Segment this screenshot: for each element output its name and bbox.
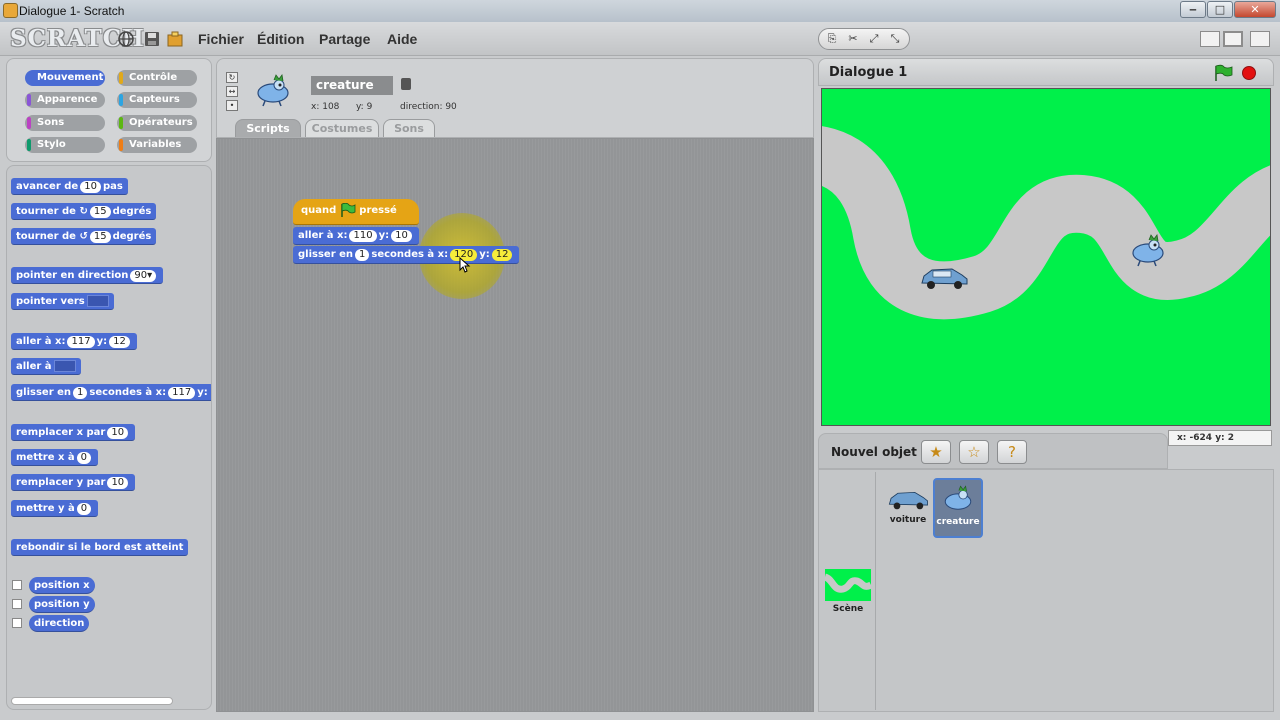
scratch-app-icon xyxy=(3,3,18,18)
reporter-position-y[interactable]: position y xyxy=(29,596,95,613)
random-sprite-icon[interactable]: ? xyxy=(997,440,1027,464)
window-titlebar: Dialogue 1- Scratch ‒ □ ✕ xyxy=(0,0,1280,22)
category-stylo[interactable]: Stylo xyxy=(25,137,105,153)
block-remplacer-y[interactable]: remplacer y par 10 xyxy=(11,474,136,491)
choose-sprite-file-icon[interactable]: ☆ xyxy=(959,440,989,464)
block-pointer-direction[interactable]: pointer en direction 90▾ xyxy=(11,267,164,284)
sprite-label-voiture: voiture xyxy=(889,515,927,525)
block-tourner-gauche[interactable]: tourner de ↺ 15 degrés xyxy=(11,228,157,245)
window-title: Dialogue 1- Scratch xyxy=(19,4,125,18)
block-tourner-droite[interactable]: tourner de ↻ 15 degrés xyxy=(11,203,157,220)
project-title: Dialogue 1 xyxy=(829,65,908,80)
sprite-thumb-creature[interactable]: creature xyxy=(933,478,983,538)
goto-dropdown[interactable] xyxy=(53,360,76,372)
mouse-coordinates: x: -624 y: 2 xyxy=(1168,430,1272,446)
share-icon[interactable] xyxy=(166,30,184,48)
grow-icon[interactable]: ⤢ xyxy=(865,31,883,47)
sprite-info-panel: ↻ ↔ • creature x: 108 y: 9 direction: 90… xyxy=(216,58,814,138)
tab-sons[interactable]: Sons xyxy=(383,119,435,137)
language-globe-icon[interactable] xyxy=(117,30,135,48)
presentation-mode-icon[interactable] xyxy=(1250,31,1270,47)
sprite-thumbnail-creature xyxy=(253,73,293,110)
script-block-aller[interactable]: aller à x: 110 y: 10 xyxy=(293,227,419,245)
sprite-direction-readout: direction: 90 xyxy=(400,102,457,112)
rotation-none-icon[interactable]: • xyxy=(226,100,238,111)
category-sons[interactable]: Sons xyxy=(25,115,105,131)
block-remplacer-x[interactable]: remplacer x par 10 xyxy=(11,424,136,441)
stage-canvas[interactable] xyxy=(821,88,1271,426)
delete-scissors-icon[interactable]: ✂ xyxy=(844,31,862,47)
sprite-thumb-voiture[interactable]: voiture xyxy=(883,488,933,525)
sprite-y-readout: y: 9 xyxy=(356,102,373,112)
lock-icon[interactable] xyxy=(401,78,411,90)
green-flag-icon[interactable] xyxy=(1213,64,1233,85)
menu-partage[interactable]: Partage xyxy=(319,31,370,47)
green-flag-icon xyxy=(340,202,356,217)
block-rebondir[interactable]: rebondir si le bord est atteint xyxy=(11,539,189,556)
block-mettre-x[interactable]: mettre x à0 xyxy=(11,449,99,466)
stop-icon[interactable] xyxy=(1242,66,1256,80)
small-stage-view-icon[interactable] xyxy=(1200,31,1220,47)
category-controle[interactable]: Contrôle xyxy=(117,70,197,86)
car-icon xyxy=(888,491,928,510)
new-sprite-label: Nouvel objet xyxy=(831,445,917,459)
menu-aide[interactable]: Aide xyxy=(387,31,417,47)
sprite-name-field[interactable]: creature xyxy=(311,76,393,95)
duplicate-stamp-icon[interactable]: ⎘ xyxy=(823,31,841,47)
minimize-button[interactable]: ‒ xyxy=(1180,1,1206,18)
category-operateurs[interactable]: Opérateurs xyxy=(117,115,197,131)
script-block-glisser[interactable]: glisser en 1 secondes à x: 120 y: 12 xyxy=(293,246,520,264)
creature-sprite[interactable] xyxy=(1128,233,1168,270)
stage-thumbnail-icon xyxy=(823,569,873,601)
block-avancer[interactable]: avancer de 10 pas xyxy=(11,178,128,195)
palette-scrollbar[interactable] xyxy=(11,697,173,705)
mouse-cursor-icon xyxy=(459,256,471,276)
tab-costumes[interactable]: Costumes xyxy=(305,119,379,137)
category-variables[interactable]: Variables xyxy=(117,137,197,153)
save-icon[interactable] xyxy=(143,30,161,48)
block-aller-a[interactable]: aller à xyxy=(11,358,81,375)
road-track xyxy=(822,126,1270,320)
stage-header: Dialogue 1 xyxy=(818,58,1274,86)
category-apparence[interactable]: Apparence xyxy=(25,92,105,108)
normal-stage-view-icon[interactable] xyxy=(1223,31,1243,47)
target-dropdown[interactable] xyxy=(86,295,109,307)
menu-edition[interactable]: Édition xyxy=(257,31,304,47)
rotation-full-icon[interactable]: ↻ xyxy=(226,72,238,83)
close-button[interactable]: ✕ xyxy=(1234,1,1276,18)
sprite-x-readout: x: 108 xyxy=(311,102,340,112)
checkbox-direction[interactable] xyxy=(12,618,22,628)
checkbox-position-y[interactable] xyxy=(12,599,22,609)
block-palette: avancer de 10 pas tourner de ↻ 15 degrés tou… xyxy=(6,165,212,710)
hat-block-green-flag[interactable]: quand pressé xyxy=(293,199,419,225)
maximize-button[interactable]: □ xyxy=(1207,1,1233,18)
sprite-tools: ⎘ ✂ ⤢ ⤡ xyxy=(818,28,910,50)
rotation-leftright-icon[interactable]: ↔ xyxy=(226,86,238,97)
block-mettre-y[interactable]: mettre y à0 xyxy=(11,500,99,517)
tab-scripts[interactable]: Scripts xyxy=(235,119,301,137)
new-sprite-bar: Nouvel objet ★ ☆ ? xyxy=(818,433,1168,469)
category-capteurs[interactable]: Capteurs xyxy=(117,92,197,108)
block-categories: Mouvement Contrôle Apparence Capteurs So… xyxy=(6,58,212,162)
menu-bar: SCRATCH Fichier Édition Partage Aide ⎘ ✂… xyxy=(0,22,1280,56)
shrink-icon[interactable]: ⤡ xyxy=(886,31,904,47)
block-pointer-vers[interactable]: pointer vers xyxy=(11,293,114,310)
block-glisser[interactable]: glisser en 1 secondes à x: 117 y: xyxy=(11,384,211,401)
stage-thumb[interactable]: Scène xyxy=(823,569,873,614)
block-aller-xy[interactable]: aller à x: 117 y: 12 xyxy=(11,333,137,350)
stage-label: Scène xyxy=(832,604,864,614)
paint-sprite-icon[interactable]: ★ xyxy=(921,440,951,464)
reporter-position-x[interactable]: position x xyxy=(29,577,95,594)
checkbox-position-x[interactable] xyxy=(12,580,22,590)
car-sprite[interactable] xyxy=(918,265,970,294)
script-area[interactable]: quand pressé aller à x: 110 y: 10 glisser e… xyxy=(216,138,814,712)
menu-fichier[interactable]: Fichier xyxy=(198,31,244,47)
reporter-direction[interactable]: direction xyxy=(29,615,90,632)
category-mouvement[interactable]: Mouvement xyxy=(25,70,105,86)
sprite-label-creature: creature xyxy=(936,517,980,527)
creature-icon xyxy=(944,485,972,510)
